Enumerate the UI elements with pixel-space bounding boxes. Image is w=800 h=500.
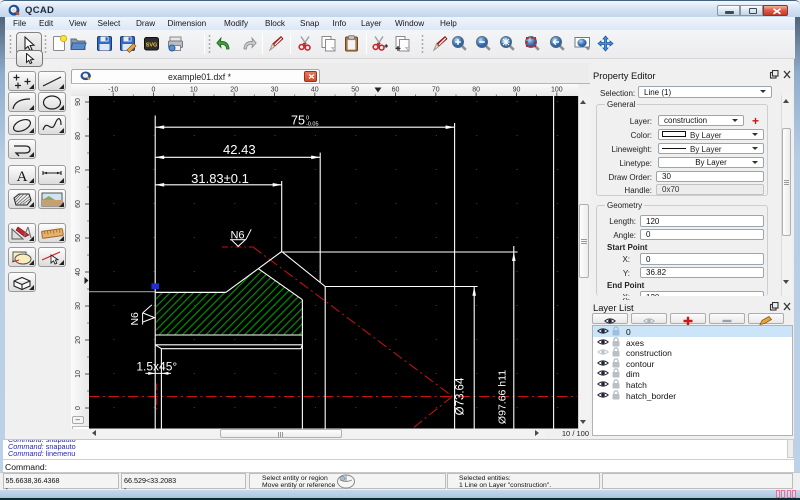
svg-text:30: 30: [271, 86, 279, 93]
svg-text:90: 90: [75, 98, 82, 106]
svg-text:-10: -10: [108, 86, 118, 93]
svg-text:10: 10: [75, 370, 82, 378]
svg-text:60: 60: [75, 200, 82, 208]
svg-text:A: A: [17, 169, 28, 184]
svg-text:100: 100: [551, 86, 563, 93]
svg-text:70: 70: [432, 86, 440, 93]
svg-text:40: 40: [75, 268, 82, 276]
svg-text:40: 40: [311, 86, 319, 93]
svg-text:31.83±0.1: 31.83±0.1: [191, 171, 249, 186]
svg-text:75: 75: [291, 114, 305, 128]
svg-text:90: 90: [513, 86, 521, 93]
svg-text:0: 0: [152, 86, 156, 93]
svg-text:10: 10: [190, 86, 198, 93]
svg-text:SVG: SVG: [146, 43, 158, 49]
svg-text:80: 80: [472, 86, 480, 93]
svg-text:-0.05: -0.05: [306, 122, 319, 128]
svg-text:N6: N6: [129, 312, 141, 326]
svg-text:60: 60: [392, 86, 400, 93]
svg-text:42.43: 42.43: [223, 142, 256, 157]
svg-text:Ø97.66 h11: Ø97.66 h11: [496, 370, 508, 424]
svg-text:N6: N6: [230, 230, 244, 242]
svg-text:0: 0: [75, 405, 82, 409]
svg-text:Ø73.64: Ø73.64: [454, 377, 466, 415]
svg-text:80: 80: [75, 132, 82, 140]
svg-text:70: 70: [75, 166, 82, 174]
svg-text:20: 20: [230, 86, 238, 93]
svg-text:20: 20: [75, 336, 82, 344]
svg-text:50: 50: [351, 86, 359, 93]
svg-text:50: 50: [75, 234, 82, 242]
svg-text:1.5x45°: 1.5x45°: [136, 359, 177, 373]
svg-text:30: 30: [75, 302, 82, 310]
